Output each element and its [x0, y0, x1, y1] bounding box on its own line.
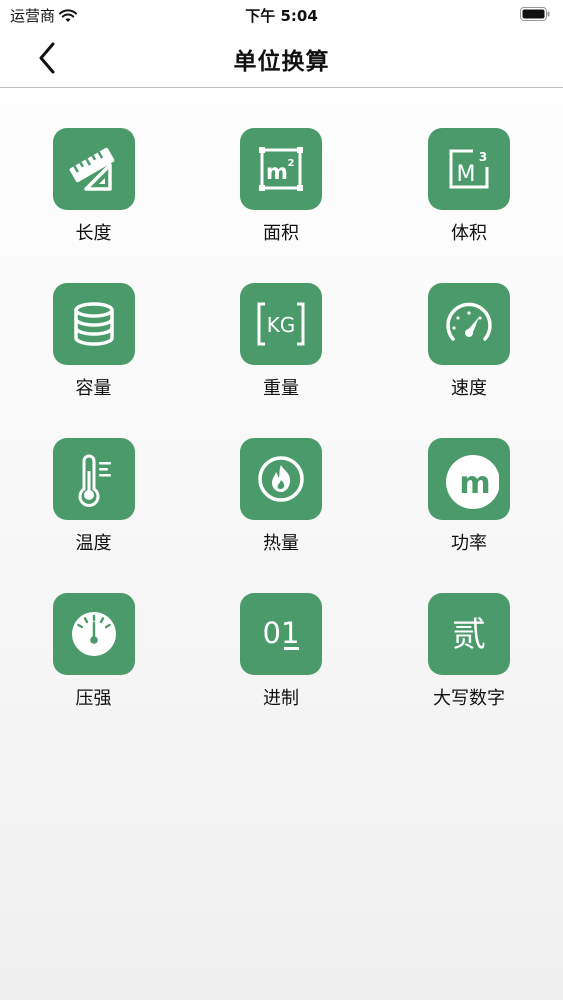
- converter-item-weight[interactable]: KG 重量: [187, 283, 375, 438]
- converter-item-area[interactable]: m 2 面积: [187, 128, 375, 283]
- converter-item-length[interactable]: 长度: [0, 128, 187, 283]
- square-meter-icon: m 2: [259, 147, 303, 191]
- status-time: 下午 5:04: [245, 7, 318, 25]
- tile: [52, 283, 135, 365]
- item-label: 速度: [451, 378, 487, 399]
- converter-item-power[interactable]: m 功率: [375, 438, 563, 593]
- icon-unit-text: m: [266, 160, 288, 184]
- item-label: 重量: [263, 378, 299, 399]
- converter-item-speed[interactable]: 速度: [375, 283, 563, 438]
- tile: KG: [240, 283, 322, 365]
- speedometer-icon: [446, 302, 492, 341]
- item-label: 热量: [263, 533, 299, 554]
- item-label: 容量: [75, 378, 112, 399]
- navigation-bar: 单位换算: [0, 30, 563, 88]
- tile: 贰: [428, 593, 510, 675]
- flame-icon: [258, 456, 304, 502]
- converter-item-capacity[interactable]: 容量: [0, 283, 187, 438]
- item-label: 长度: [75, 223, 112, 244]
- chinese-numeral-icon: 贰: [452, 615, 486, 655]
- pressure-gauge-icon: [71, 612, 116, 656]
- page-title: 单位换算: [233, 49, 330, 75]
- kilogram-icon: KG: [257, 302, 305, 346]
- converter-item-temperature[interactable]: 温度: [0, 438, 187, 593]
- converter-item-heat[interactable]: 热量: [187, 438, 375, 593]
- converter-item-pressure[interactable]: 压强: [0, 593, 187, 748]
- icon-unit-text: KG: [267, 313, 296, 337]
- tile: [428, 283, 510, 365]
- tile: 01: [240, 593, 322, 675]
- database-stack-icon: [73, 302, 114, 346]
- thermometer-icon: [78, 454, 111, 507]
- tile: M 3: [428, 128, 510, 210]
- item-label: 面积: [263, 223, 299, 244]
- converter-item-base[interactable]: 01 进制: [187, 593, 375, 748]
- icon-unit-text: M: [457, 162, 476, 187]
- tile: [52, 593, 135, 675]
- cubic-meter-icon: M 3: [449, 149, 489, 189]
- ruler-triangle-icon: [69, 147, 114, 191]
- tile: m: [428, 438, 510, 520]
- icon-sup-text: 3: [479, 150, 487, 164]
- item-label: 压强: [75, 688, 112, 709]
- status-bar: 运营商 下午 5:04: [0, 0, 563, 30]
- tile: [52, 438, 135, 520]
- icon-unit-text: 01: [263, 616, 300, 650]
- item-label: 进制: [263, 688, 299, 709]
- item-label: 功率: [451, 533, 487, 554]
- converter-item-chinese-numerals[interactable]: 贰 大写数字: [375, 593, 563, 748]
- icon-unit-text: m: [459, 466, 490, 501]
- tile: [52, 128, 135, 210]
- converter-grid: 长度 m 2 面积 M 3 体积 容量 KG 重量 速度 温度 热量 m 功率 …: [0, 128, 563, 748]
- tile: m 2: [240, 128, 322, 210]
- item-label: 温度: [75, 533, 112, 554]
- tile: [240, 438, 322, 520]
- item-label: 体积: [451, 223, 487, 244]
- battery-icon: [520, 7, 550, 21]
- power-m-icon: m: [446, 455, 499, 509]
- binary-icon: 01: [263, 616, 300, 650]
- item-label: 大写数字: [433, 688, 505, 709]
- icon-sup-text: 2: [288, 158, 295, 169]
- icon-unit-text: 贰: [452, 615, 486, 655]
- converter-item-volume[interactable]: M 3 体积: [375, 128, 563, 283]
